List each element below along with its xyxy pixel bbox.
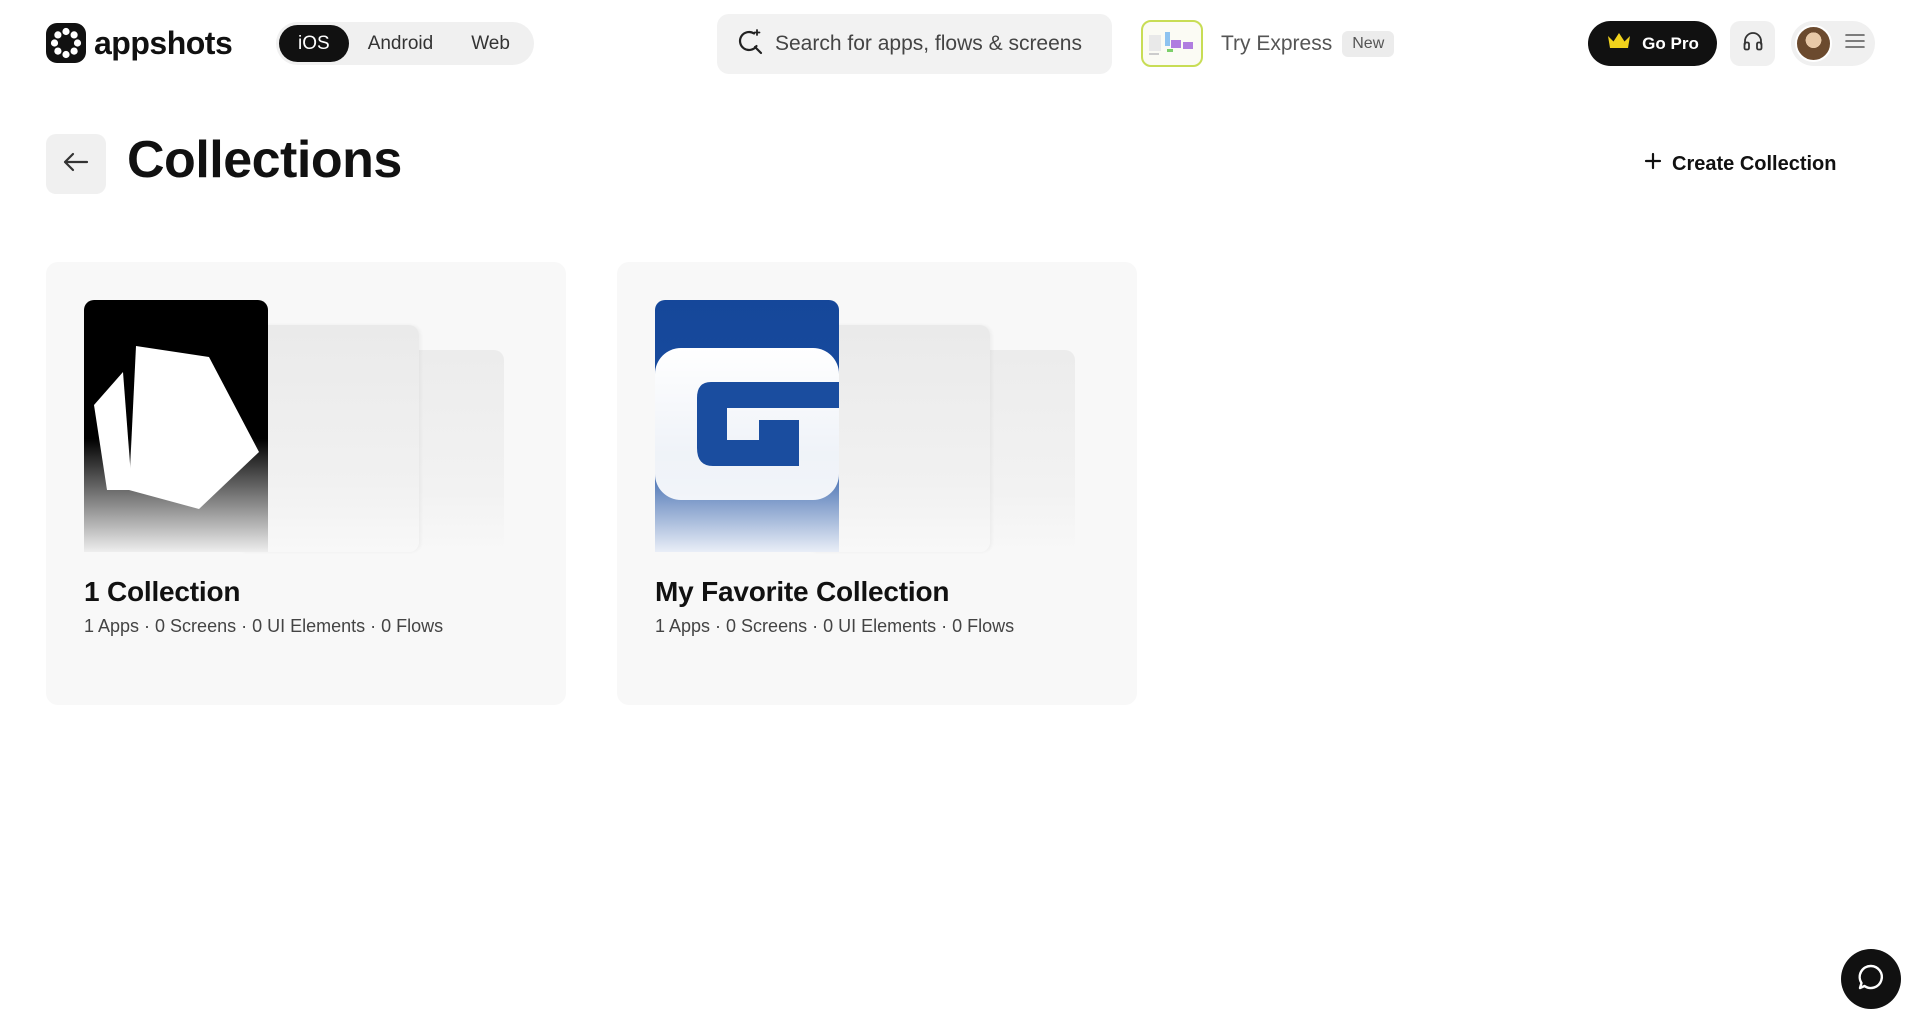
crown-icon bbox=[1606, 31, 1632, 56]
appshots-logo-icon bbox=[46, 23, 86, 63]
platform-switcher: iOS Android Web bbox=[276, 22, 534, 65]
create-collection-button[interactable]: Create Collection bbox=[1644, 148, 1836, 180]
collection-title: My Favorite Collection bbox=[655, 576, 950, 607]
go-pro-label: Go Pro bbox=[1642, 33, 1699, 53]
collection-cover-stack bbox=[84, 300, 532, 552]
express-preview-thumbnail bbox=[1141, 20, 1203, 67]
top-navbar: appshots iOS Android Web Try bbox=[0, 0, 1920, 86]
brand-name: appshots bbox=[94, 24, 233, 61]
sparkle-search-icon bbox=[735, 27, 765, 62]
back-button[interactable] bbox=[46, 134, 106, 194]
hamburger-icon bbox=[1844, 32, 1866, 55]
chat-bubble-icon bbox=[1856, 962, 1886, 997]
avatar bbox=[1795, 25, 1832, 62]
search-bar[interactable] bbox=[717, 14, 1112, 74]
brand-logo[interactable]: appshots bbox=[46, 22, 233, 64]
g-letter-app-icon bbox=[655, 300, 839, 552]
platform-tab-ios[interactable]: iOS bbox=[279, 25, 349, 62]
arrow-left-icon bbox=[62, 151, 90, 178]
account-menu-button[interactable] bbox=[1791, 21, 1875, 66]
search-input[interactable] bbox=[775, 32, 1105, 56]
page-title: Collections bbox=[127, 131, 402, 189]
platform-tab-web[interactable]: Web bbox=[452, 25, 529, 62]
new-badge: New bbox=[1342, 30, 1395, 57]
try-express-label: Try Express bbox=[1221, 31, 1333, 55]
collection-stats: 1 Apps · 0 Screens · 0 UI Elements · 0 F… bbox=[84, 616, 444, 636]
collection-card[interactable]: 1 Collection 1 Apps · 0 Screens · 0 UI E… bbox=[46, 262, 566, 705]
collection-cover-stack bbox=[655, 300, 1103, 552]
go-pro-button[interactable]: Go Pro bbox=[1588, 21, 1717, 66]
chat-support-button[interactable] bbox=[1841, 949, 1901, 1009]
platform-tab-android[interactable]: Android bbox=[349, 25, 453, 62]
headphones-icon bbox=[1741, 29, 1765, 58]
create-collection-label: Create Collection bbox=[1672, 152, 1837, 175]
support-button[interactable] bbox=[1730, 21, 1775, 66]
try-express-link[interactable]: Try Express New bbox=[1141, 20, 1395, 67]
hexagon-app-icon bbox=[84, 300, 268, 552]
plus-icon bbox=[1644, 152, 1662, 176]
collection-stats: 1 Apps · 0 Screens · 0 UI Elements · 0 F… bbox=[655, 616, 1015, 636]
collection-title: 1 Collection bbox=[84, 576, 241, 607]
collection-card[interactable]: My Favorite Collection 1 Apps · 0 Screen… bbox=[617, 262, 1137, 705]
